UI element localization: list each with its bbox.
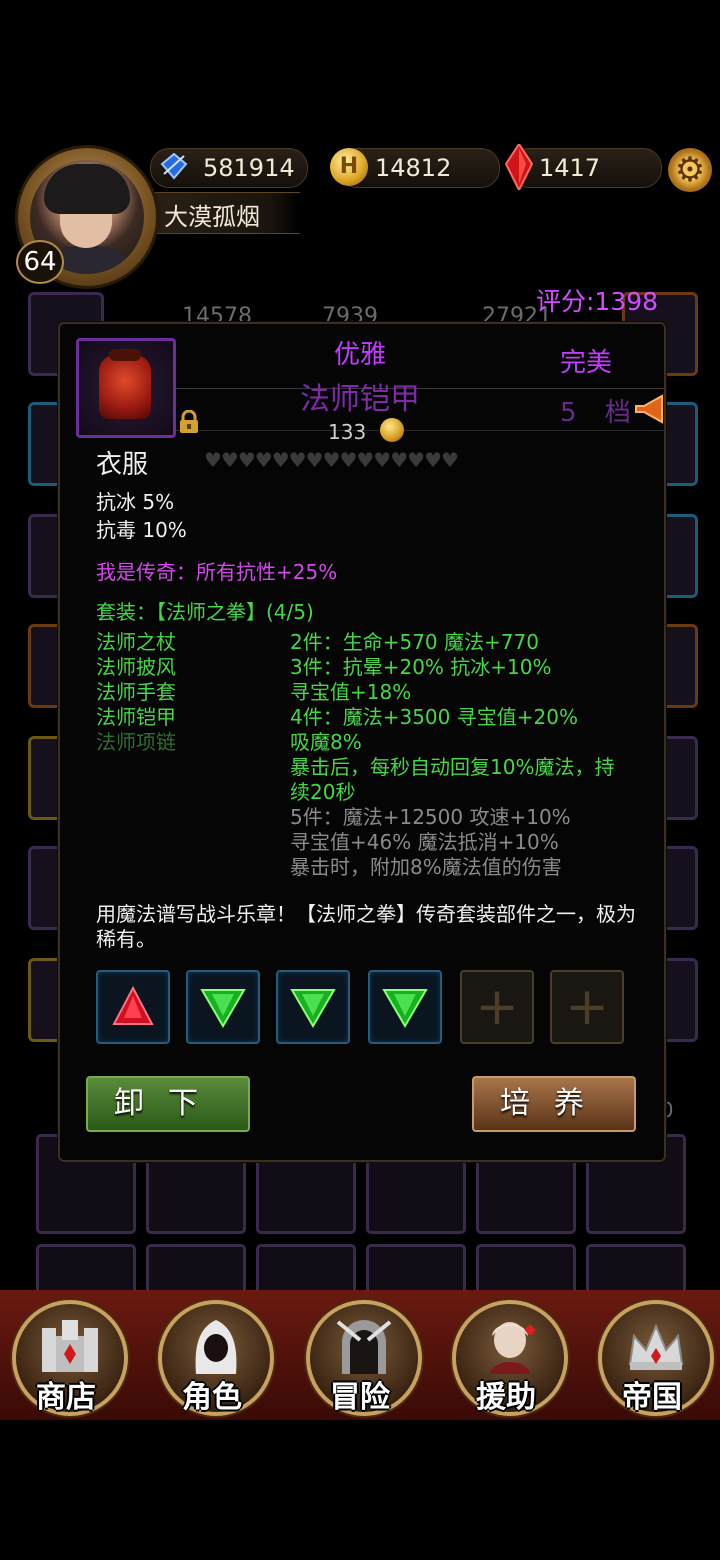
set-piece: 法师铠甲 — [96, 705, 176, 729]
crown-icon — [628, 1323, 684, 1370]
score-label: 评分:1398 — [536, 287, 659, 316]
player-level-badge: 64 — [16, 240, 64, 284]
set-bonus: 寻宝值+18% — [290, 680, 412, 704]
item-quality: 优雅 — [333, 340, 386, 370]
set-bonus: 续20秒 — [290, 780, 356, 804]
set-bonus-inactive: 暴击时，附加8%魔法值的伤害 — [290, 855, 562, 879]
legendary-bonus: 我是传奇：所有抗性+25% — [96, 560, 338, 584]
socket-green-gem[interactable] — [368, 970, 442, 1044]
player-name-plate: 大漠孤烟 — [150, 192, 300, 234]
green-gem-icon — [382, 989, 428, 1028]
nav-character-label: 角色 — [182, 1380, 242, 1415]
green-gem-icon — [290, 989, 336, 1028]
item-description: 用魔法谱写战斗乐章！【法师之拳】传奇套装部件之一，极为稀有。 — [96, 902, 636, 951]
item-name: 法师铠甲 — [300, 382, 420, 417]
perfect-label: 完美 — [560, 348, 613, 378]
cultivate-button[interactable]: 培养 — [472, 1076, 636, 1132]
set-bonus-list: 2件：生命+570 魔法+770 3件：抗晕+20% 抗冰+10% 寻宝值+18… — [290, 630, 650, 880]
plus-icon: + — [565, 977, 609, 1037]
diamond-icon — [160, 152, 188, 180]
gold-coin-icon: H — [330, 148, 368, 186]
unequip-button[interactable]: 卸下 — [86, 1076, 250, 1132]
settings-gear-icon[interactable]: ⚙ — [668, 148, 712, 192]
socket-green-gem[interactable] — [186, 970, 260, 1044]
set-bonus: 3件：抗晕+20% 抗冰+10% — [290, 655, 552, 679]
lock-icon[interactable] — [178, 410, 200, 434]
nav-assist-label: 援助 — [476, 1380, 536, 1415]
crystal-count: 1417 — [539, 154, 601, 182]
heart-rating: ♥♥♥♥♥♥♥♥♥♥♥♥♥♥♥ — [204, 448, 459, 472]
diamond-count: 581914 — [203, 154, 295, 182]
companion-portrait-icon — [490, 1322, 536, 1374]
set-piece: 法师披风 — [96, 655, 176, 679]
plus-icon: + — [475, 977, 519, 1037]
nav-shop-label: 商店 — [36, 1380, 96, 1415]
nav-adventure-label: 冒险 — [330, 1380, 390, 1415]
red-gem-icon — [112, 985, 154, 1025]
red-crystal-icon — [504, 144, 534, 190]
set-title: 套装：【法师之拳】(4/5) — [96, 600, 314, 624]
gold-coin-icon — [380, 418, 404, 442]
set-bonus-inactive: 寻宝值+46% 魔法抵消+10% — [290, 830, 559, 854]
nav-empire-label: 帝国 — [622, 1380, 682, 1415]
socket-green-gem[interactable] — [276, 970, 350, 1044]
set-piece-missing: 法师项链 — [96, 730, 176, 754]
set-piece-list: 法师之杖 法师披风 法师手套 法师铠甲 法师项链 — [96, 630, 286, 755]
set-bonus: 2件：生命+570 魔法+770 — [290, 630, 539, 654]
set-bonus-inactive: 5件：魔法+12500 攻速+10% — [290, 805, 571, 829]
socket-empty[interactable]: + — [460, 970, 534, 1044]
socket-red-gem[interactable] — [96, 970, 170, 1044]
castle-icon — [42, 1320, 98, 1372]
set-piece: 法师手套 — [96, 680, 176, 704]
gold-count: 14812 — [375, 154, 452, 182]
item-stat: 抗冰 5% — [96, 490, 175, 514]
socket-empty[interactable]: + — [550, 970, 624, 1044]
armor-icon — [99, 355, 151, 419]
set-bonus: 吸魔8% — [290, 730, 362, 754]
item-tier: 5 档 — [560, 398, 641, 428]
hooded-figure-icon — [195, 1320, 237, 1374]
item-type: 衣服 — [96, 450, 149, 480]
item-price: 133 — [328, 420, 367, 444]
set-bonus: 4件：魔法+3500 寻宝值+20% — [290, 705, 578, 729]
set-bonus: 暴击后，每秒自动回复10%魔法，持 — [290, 755, 615, 779]
green-gem-icon — [200, 989, 246, 1028]
player-name: 大漠孤烟 — [164, 203, 260, 231]
item-icon-frame — [76, 338, 176, 438]
set-piece: 法师之杖 — [96, 630, 176, 654]
dungeon-gate-icon — [336, 1320, 392, 1374]
horn-icon[interactable] — [634, 394, 668, 424]
item-stat: 抗毒 10% — [96, 518, 187, 542]
